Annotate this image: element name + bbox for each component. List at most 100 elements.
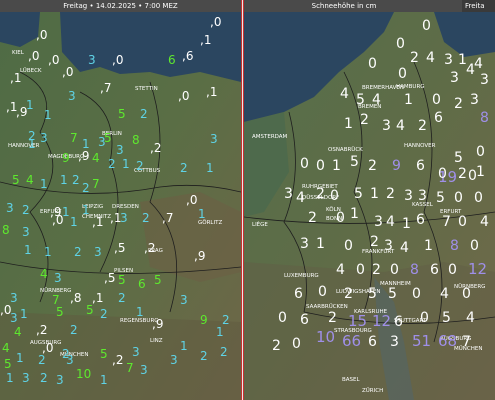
left-panel-header: Freitag • 14.02.2025 • 7:00 MEZ xyxy=(0,0,241,12)
left-snow-value: 4 xyxy=(40,267,48,281)
right-snow-value: 3 xyxy=(384,238,393,254)
right-snow-value: 3 xyxy=(444,52,453,68)
left-snow-value: 1 xyxy=(206,161,214,175)
left-snow-value: 2 xyxy=(72,173,80,187)
next-panel-tab[interactable]: Freita xyxy=(462,0,495,12)
left-map-panel: Freitag • 14.02.2025 • 7:00 MEZ KIEL LÜBE… xyxy=(0,0,241,400)
right-snow-value: 0 xyxy=(390,262,399,278)
left-snow-value: ,0 xyxy=(186,193,197,207)
left-snow-value: 3 xyxy=(132,345,140,359)
right-snow-value: 0 xyxy=(462,286,471,302)
left-snow-value: 3 xyxy=(10,311,18,325)
right-panel-title: Schneehöhe in cm xyxy=(311,2,377,10)
right-snow-value: 68 xyxy=(438,332,457,350)
left-snow-value: 3 xyxy=(6,201,14,215)
right-snow-value: 1 xyxy=(476,164,485,180)
right-snow-value: 0 xyxy=(458,214,467,230)
left-snow-value: 5 xyxy=(104,131,112,145)
right-snow-value: 3 xyxy=(470,92,479,108)
right-snow-value: 2 xyxy=(386,186,395,202)
left-city-label: LINZ xyxy=(150,338,163,344)
right-snow-value: 3 xyxy=(480,72,489,88)
left-snow-value: 2 xyxy=(118,291,126,305)
right-snow-value: 2 xyxy=(272,338,281,354)
right-snow-value: 6 xyxy=(416,158,425,174)
left-city-label: DRESDEN xyxy=(112,204,139,210)
left-snow-value: ,5 xyxy=(114,241,125,255)
left-snow-value: 1 xyxy=(6,371,14,385)
right-snow-value: 0 xyxy=(474,190,483,206)
right-snow-value: 12 xyxy=(468,260,487,278)
left-snow-value: 2 xyxy=(74,245,82,259)
left-snow-value: 9 xyxy=(62,151,70,165)
left-snow-value: 1 xyxy=(70,215,78,229)
right-snow-value: 9 xyxy=(392,158,401,174)
left-snow-value: 1 xyxy=(122,157,130,171)
right-snow-value: 2 xyxy=(316,186,325,202)
right-snow-value: 0 xyxy=(422,18,431,34)
left-snow-value: ,7 xyxy=(100,81,111,95)
right-snow-value: 2 xyxy=(410,50,419,66)
left-snow-value: 1 xyxy=(60,173,68,187)
left-snow-value: 1 xyxy=(82,203,90,217)
left-snow-value: 3 xyxy=(120,211,128,225)
left-snow-value: 6 xyxy=(168,53,176,67)
right-snow-value: 0 xyxy=(476,144,485,160)
right-city-label: ZÜRICH xyxy=(362,387,383,394)
right-snow-value: 5 xyxy=(368,286,377,302)
right-city-label: AMSTERDAM xyxy=(252,134,288,140)
right-snow-value: 0 xyxy=(412,286,421,302)
left-snow-value: 2 xyxy=(108,157,116,171)
right-snow-value: 4 xyxy=(426,50,435,66)
left-snow-value: 1 xyxy=(40,177,48,191)
right-snow-value: 4 xyxy=(372,92,381,108)
left-snow-value: 1 xyxy=(180,339,188,353)
right-snow-value: 0 xyxy=(398,66,407,82)
left-snow-value: ,2 xyxy=(112,353,123,367)
left-snow-value: 6 xyxy=(138,277,146,291)
left-snow-value: ,0 xyxy=(210,15,221,29)
right-snow-value: 0 xyxy=(470,238,479,254)
right-map: AMSTERDAMBREMERHAVENHAMBURGBREMENHANNOVE… xyxy=(244,12,495,400)
right-snow-value: 3 xyxy=(450,70,459,86)
left-snow-value: 5 xyxy=(86,303,94,317)
left-snow-value: 5 xyxy=(154,273,162,287)
left-snow-value: 5 xyxy=(118,273,126,287)
right-panel-header: Schneehöhe in cm Freita xyxy=(244,0,495,12)
left-snow-value: 2 xyxy=(82,181,90,195)
right-snow-value: 6 xyxy=(368,334,377,350)
left-snow-value: ,8 xyxy=(70,291,81,305)
left-snow-value: 4 xyxy=(92,151,100,165)
left-snow-value: 2 xyxy=(136,159,144,173)
right-snow-value: 2 xyxy=(308,210,317,226)
right-snow-value: 5 xyxy=(388,286,397,302)
right-snow-value: 4 xyxy=(474,56,483,72)
right-snow-value: 15 xyxy=(348,312,367,330)
left-snow-value: 10 xyxy=(76,367,91,381)
right-snow-value: 1 xyxy=(316,236,325,252)
left-snow-value: ,2 xyxy=(144,241,155,255)
left-snow-value: 2 xyxy=(22,203,30,217)
left-snow-value: 2 xyxy=(142,211,150,225)
left-snow-value: ,2 xyxy=(36,323,47,337)
left-snow-value: 4 xyxy=(26,173,34,187)
right-city-label: HANNOVER xyxy=(404,143,436,149)
right-snow-value: 5 xyxy=(436,190,445,206)
right-snow-value: 2 xyxy=(370,234,379,250)
left-snow-value: ,2 xyxy=(150,141,161,155)
left-snow-value: 2 xyxy=(140,107,148,121)
right-snow-value: 4 xyxy=(480,214,489,230)
left-snow-value: 3 xyxy=(210,132,218,146)
left-snow-value: 5 xyxy=(12,173,20,187)
right-city-label: LIÈGE xyxy=(252,220,268,228)
right-snow-value: 3 xyxy=(300,236,309,252)
left-snow-value: ,0 xyxy=(48,53,59,67)
left-snow-value: 4 xyxy=(2,341,10,355)
right-snow-value: 0 xyxy=(336,210,345,226)
right-snow-value: 2 xyxy=(458,166,467,182)
left-snow-value: ,1 xyxy=(92,291,103,305)
left-snow-value: 1 xyxy=(28,137,36,151)
left-snow-value: 8 xyxy=(2,223,10,237)
left-snow-value: ,1 xyxy=(10,71,21,85)
right-snow-value: 4 xyxy=(386,214,395,230)
